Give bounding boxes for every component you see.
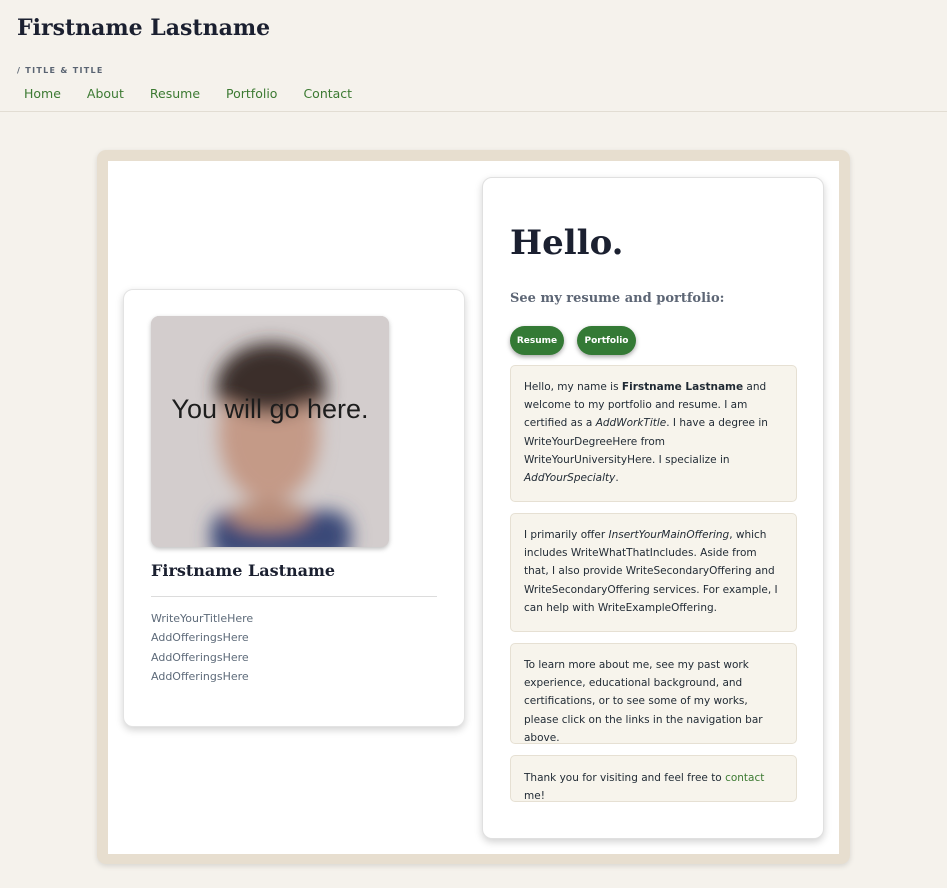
offerings-paragraph: I primarily offer InsertYourMainOffering… <box>510 513 797 632</box>
profile-offering: AddOfferingsHere <box>151 669 249 683</box>
nav-portfolio[interactable]: Portfolio <box>226 86 277 102</box>
work-title: AddWorkTitle <box>595 417 667 430</box>
nav-home[interactable]: Home <box>24 86 61 102</box>
text-fragment: me! <box>524 790 545 803</box>
nav-about[interactable]: About <box>87 86 124 102</box>
photo-placeholder-text: You will go here. <box>171 394 369 424</box>
main-nav: Home About Resume Portfolio Contact <box>24 86 378 102</box>
site-title: Firstname Lastname <box>17 15 271 41</box>
contact-link[interactable]: contact <box>725 772 764 784</box>
photo-placeholder-graphic <box>151 316 389 547</box>
text-fragment: Hello, my name is <box>524 381 622 393</box>
profile-photo: You will go here. <box>151 316 389 547</box>
site-header: Firstname Lastname / TITLE & TITLE Home … <box>0 0 947 112</box>
nav-resume[interactable]: Resume <box>150 86 200 102</box>
profile-offering: AddOfferingsHere <box>151 631 249 645</box>
text-fragment: . <box>615 472 619 485</box>
emphasized-name: Firstname Lastname <box>621 381 744 393</box>
main-offering: InsertYourMainOffering <box>608 529 730 541</box>
intro-card: Hello. See my resume and portfolio: Resu… <box>482 177 824 839</box>
profile-details: WriteYourTitleHere AddOfferingsHere AddO… <box>151 609 253 686</box>
profile-offering: AddOfferingsHere <box>151 650 249 664</box>
profile-divider <box>151 596 437 597</box>
profile-title: WriteYourTitleHere <box>151 612 254 625</box>
resume-button[interactable]: Resume <box>510 326 564 355</box>
greeting-heading: Hello. <box>510 223 624 263</box>
intro-paragraph: Hello, my name is Firstname Lastname and… <box>510 365 797 502</box>
nav-contact[interactable]: Contact <box>303 86 352 102</box>
profile-name: Firstname Lastname <box>151 561 336 580</box>
site-subtitle: / TITLE & TITLE <box>17 66 104 75</box>
text-fragment: Thank you for visiting and feel free to <box>524 772 726 784</box>
portfolio-button[interactable]: Portfolio <box>577 326 636 355</box>
learn-more-paragraph: To learn more about me, see my past work… <box>510 643 797 744</box>
text-fragment: I primarily offer <box>524 529 609 541</box>
see-more-heading: See my resume and portfolio: <box>510 291 725 306</box>
specialty: AddYourSpecialty <box>524 472 616 485</box>
profile-card: You will go here. Firstname Lastname Wri… <box>123 289 465 727</box>
thanks-paragraph: Thank you for visiting and feel free to … <box>510 755 797 802</box>
text-fragment: , which includes WriteWhatThatIncludes. … <box>524 529 778 614</box>
